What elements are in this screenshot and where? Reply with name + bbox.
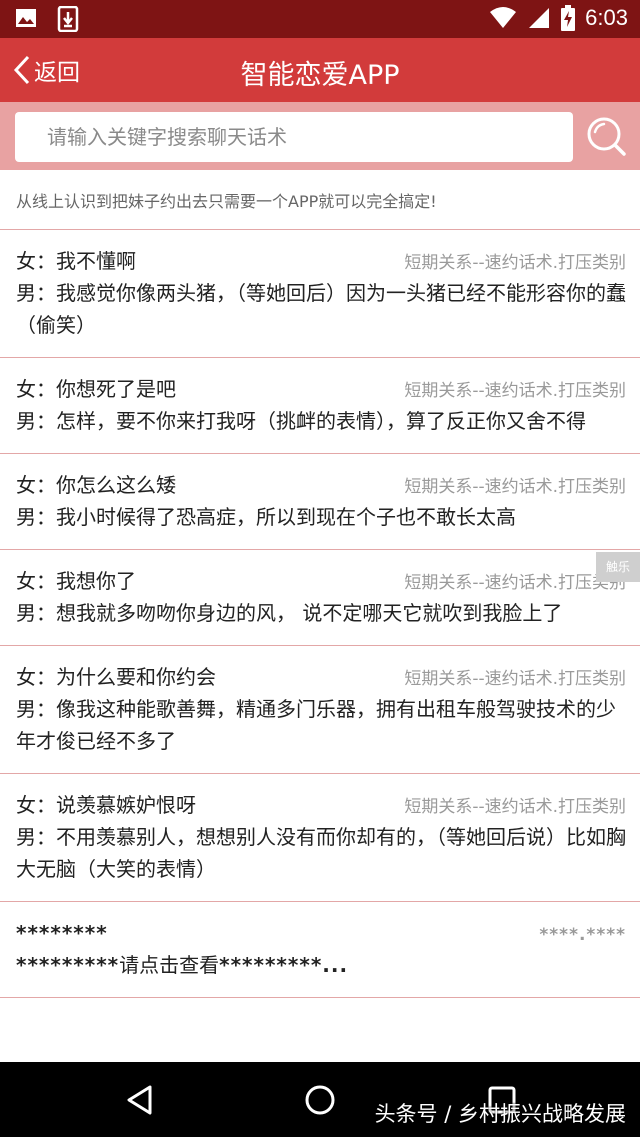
female-line: 女：你想死了是吧: [16, 377, 176, 401]
category-label: 短期关系--速约话术.打压类别: [404, 253, 626, 273]
category-label: 短期关系--速约话术.打压类别: [404, 477, 626, 497]
back-triangle-icon[interactable]: [120, 1080, 160, 1120]
watermark: 头条号 / 乡村振兴战略发展: [374, 1102, 626, 1126]
search-area: [0, 102, 640, 170]
category-label: 短期关系--速约话术.打压类别: [404, 797, 626, 817]
search-input[interactable]: [15, 112, 573, 162]
female-line: 女：我想你了: [16, 569, 136, 593]
masked-title: ********: [16, 921, 108, 945]
list-item[interactable]: 女：我想你了 短期关系--速约话术.打压类别 男：想我就多吻吻你身边的风， 说不…: [0, 550, 640, 646]
tagline: 从线上认识到把妹子约出去只需要一个APP就可以完全搞定!: [16, 192, 437, 211]
script-list: 女：我不懂啊 短期关系--速约话术.打压类别 男：我感觉你像两头猪，（等她回后）…: [0, 230, 640, 998]
category-label: 短期关系--速约话术.打压类别: [404, 669, 626, 689]
battery-charging-icon: [561, 5, 576, 31]
back-label: 返回: [34, 60, 80, 86]
list-item[interactable]: 女：为什么要和你约会 短期关系--速约话术.打压类别 男：像我这种能歌善舞，精通…: [0, 646, 640, 774]
status-bar: 6:03: [0, 0, 640, 38]
home-circle-icon[interactable]: [300, 1080, 340, 1120]
male-line: 男：怎样，要不你来打我呀（挑衅的表情），算了反正你又舍不得: [16, 409, 586, 433]
masked-stars: *********: [16, 953, 120, 977]
category-label: 短期关系--速约话术.打压类别: [404, 381, 626, 401]
female-line: 女：你怎么这么矮: [16, 473, 176, 497]
category-label: 短期关系--速约话术.打压类别: [404, 573, 626, 593]
female-line: 女：为什么要和你约会: [16, 665, 216, 689]
wifi-icon: [490, 7, 517, 28]
masked-stars: *********...: [219, 953, 349, 977]
page-title: 智能恋爱APP: [240, 60, 400, 91]
chevron-left-icon: [13, 55, 30, 85]
female-line: 女：我不懂啊: [16, 249, 136, 273]
list-item[interactable]: 女：说羡慕嫉妒恨呀 短期关系--速约话术.打压类别 男：不用羡慕别人，想想别人没…: [0, 774, 640, 902]
masked-category: ****.****: [539, 925, 626, 945]
status-time: 6:03: [585, 5, 628, 30]
male-line: 男：像我这种能歌善舞，精通多门乐器，拥有出租车般驾驶技术的少年才俊已经不多了: [16, 697, 616, 753]
image-notification-icon: [16, 9, 36, 27]
list-item[interactable]: 女：你怎么这么矮 短期关系--速约话术.打压类别 男：我小时候得了恐高症，所以到…: [0, 454, 640, 550]
side-badge: 触乐: [596, 552, 640, 582]
locked-prompt-line: *********请点击查看*********...: [16, 949, 626, 981]
view-prompt: 请点击查看: [119, 953, 220, 977]
back-button[interactable]: 返回: [12, 52, 80, 88]
list-item[interactable]: 女：我不懂啊 短期关系--速约话术.打压类别 男：我感觉你像两头猪，（等她回后）…: [0, 230, 640, 358]
male-line: 男：我感觉你像两头猪，（等她回后）因为一头猪已经不能形容你的蠢（偷笑）: [16, 281, 626, 337]
female-line: 女：说羡慕嫉妒恨呀: [16, 793, 196, 817]
male-line: 男：想我就多吻吻你身边的风， 说不定哪天它就吹到我脸上了: [16, 601, 563, 625]
list-item[interactable]: 女：你想死了是吧 短期关系--速约话术.打压类别 男：怎样，要不你来打我呀（挑衅…: [0, 358, 640, 454]
cell-signal-icon: [529, 8, 550, 28]
male-line: 男：我小时候得了恐高症，所以到现在个子也不敢长太高: [16, 505, 516, 529]
locked-list-item[interactable]: ******** ****.**** *********请点击查看*******…: [0, 902, 640, 998]
download-notification-icon: [57, 6, 79, 32]
male-line: 男：不用羡慕别人，想想别人没有而你却有的，（等她回后说）比如胸大无脑（大笑的表情…: [16, 825, 626, 881]
search-icon[interactable]: [584, 114, 628, 158]
app-bar: 返回 智能恋爱APP: [0, 38, 640, 102]
